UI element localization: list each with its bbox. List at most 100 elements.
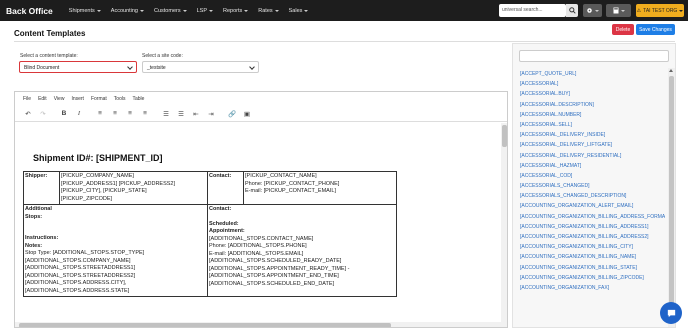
- caret-down-icon: [209, 9, 213, 12]
- bullet-list-icon[interactable]: ☰: [161, 109, 171, 119]
- editor-horizontal-scrollbar[interactable]: [15, 322, 501, 327]
- undo-icon[interactable]: ↶: [23, 109, 33, 119]
- align-left-icon[interactable]: ≡: [95, 109, 105, 119]
- stop-line: [ADDITIONAL_STOPS.STREETADDRESS2]: [25, 272, 136, 279]
- calculator-button[interactable]: [606, 4, 631, 17]
- settings-button[interactable]: [583, 4, 602, 17]
- token-item[interactable]: [ACCOUNTING_ORGANIZATION_BILLING_CITY]: [520, 244, 665, 254]
- caret-down-icon: [96, 9, 101, 12]
- menu-insert[interactable]: Insert: [71, 96, 84, 102]
- token-item[interactable]: [ACCOUNTING_ORGANIZATION_BILLING_STATE]: [520, 265, 665, 275]
- token-item[interactable]: [ACCOUNTING_ORGANIZATION_ALERT_EMAIL]: [520, 203, 665, 213]
- token-item[interactable]: [ACCOUNTING_ORGANIZATION_BILLING_ZIPCODE…: [520, 275, 665, 285]
- token-item[interactable]: [ACCESSORIALS_CHANGED_DESCRIPTION]: [520, 193, 665, 203]
- token-scrollbar[interactable]: [668, 68, 675, 327]
- menu-view[interactable]: View: [54, 96, 65, 102]
- token-item[interactable]: [ACCESSORIAL.SELL]: [520, 122, 665, 132]
- contact-label: Contact:: [209, 173, 232, 179]
- nav-label: LSP: [196, 7, 207, 14]
- token-search-input[interactable]: [519, 50, 669, 62]
- align-center-icon[interactable]: ≡: [110, 109, 120, 119]
- table-row: Shipper: [PICKUP_COMPANY_NAME] [PICKUP_A…: [23, 171, 397, 205]
- token-item[interactable]: [ACCESSORIAL_DELIVERY_INSIDE]: [520, 132, 665, 142]
- document-title: Shipment ID#: [SHIPMENT_ID]: [33, 153, 163, 163]
- template-select-value: Blind Document: [24, 65, 60, 71]
- italic-icon[interactable]: I: [74, 109, 84, 119]
- template-select[interactable]: Blind Document: [19, 61, 137, 73]
- image-icon[interactable]: ▣: [242, 109, 252, 119]
- indent-icon[interactable]: ⇥: [206, 109, 216, 119]
- token-item[interactable]: [ACCESSORIALS_CHANGED]: [520, 183, 665, 193]
- token-item[interactable]: [ACCOUNTING_ORGANIZATION_FAX]: [520, 285, 665, 295]
- token-item[interactable]: [ACCEPT_QUOTE_URL]: [520, 71, 665, 81]
- token-item[interactable]: [ACCESSORIAL.BUY]: [520, 91, 665, 101]
- token-item[interactable]: [ACCESSORIAL.NUMBER]: [520, 112, 665, 122]
- outdent-icon[interactable]: ⇤: [191, 109, 201, 119]
- menu-table[interactable]: Table: [132, 96, 144, 102]
- save-changes-button[interactable]: Save Changes: [636, 24, 675, 35]
- link-icon[interactable]: 🔗: [227, 109, 237, 119]
- token-item[interactable]: [ACCESSORIAL_DELIVERY_LIFTGATE]: [520, 142, 665, 152]
- delete-button[interactable]: Delete: [612, 24, 634, 35]
- universal-search-input[interactable]: universal search...: [499, 4, 566, 17]
- bold-icon[interactable]: B: [59, 109, 69, 119]
- menu-tools[interactable]: Tools: [114, 96, 126, 102]
- stop-contact-line: E-mail: [ADDITIONAL_STOPS.EMAIL]: [209, 250, 304, 257]
- align-justify-icon[interactable]: ≡: [140, 109, 150, 119]
- arrow-up-icon[interactable]: [669, 69, 673, 72]
- token-item[interactable]: [ACCESSORIAL_COD]: [520, 173, 665, 183]
- table-cell: [PICKUP_COMPANY_NAME] [PICKUP_ADDRESS1] …: [59, 171, 208, 205]
- menu-format[interactable]: Format: [91, 96, 107, 102]
- token-item[interactable]: [ACCESSORIAL]: [520, 81, 665, 91]
- caret-down-icon: [244, 9, 249, 12]
- nav-accounting[interactable]: Accounting: [111, 8, 144, 14]
- notes-label: Notes:: [25, 242, 43, 249]
- contact-line: [PICKUP_CONTACT_NAME]: [245, 173, 317, 179]
- token-item[interactable]: [ACCOUNTING_ORGANIZATION_BILLING_ADDRESS…: [520, 224, 665, 234]
- table-cell: Shipper:: [23, 171, 60, 205]
- caret-down-icon: [620, 9, 625, 12]
- site-select[interactable]: _testsite: [142, 61, 259, 73]
- brand-logo[interactable]: Back Office: [6, 6, 53, 16]
- token-item[interactable]: [ACCOUNTING_ORGANIZATION_BILLING_NAME]: [520, 254, 665, 264]
- token-item[interactable]: [ACCOUNTING_ORGANIZATION_BILLING_ADDRESS…: [520, 234, 665, 244]
- token-item[interactable]: [ACCOUNTING_ORGANIZATION_BILLING_ADDRESS…: [520, 214, 665, 224]
- nav-shipments[interactable]: Shipments: [69, 8, 101, 14]
- editor-menubar: File Edit View Insert Format Tools Table: [15, 92, 507, 106]
- stop-contact-line: [ADDITIONAL_STOPS.SCHEDULED_END_DATE]: [209, 280, 335, 287]
- stop-contact-line: [ADDITIONAL_STOPS.SCHEDULED_READY_DATE]: [209, 258, 342, 264]
- stop-contact-line: [ADDITIONAL_STOPS.CONTACT_NAME]: [209, 235, 314, 242]
- token-item[interactable]: [ACCESSORIAL_DELIVERY_RESIDENTIAL]: [520, 153, 665, 163]
- numbered-list-icon[interactable]: ☰: [176, 109, 186, 119]
- align-right-icon[interactable]: ≡: [125, 109, 135, 119]
- editor-canvas[interactable]: Shipment ID#: [SHIPMENT_ID] Shipper: [PI…: [15, 123, 501, 327]
- table-cell: [PICKUP_CONTACT_NAME] Phone: [PICKUP_CON…: [243, 171, 397, 205]
- caret-down-icon: [304, 9, 309, 12]
- token-item[interactable]: [ACCESSORIAL_HAZMAT]: [520, 163, 665, 173]
- editor-vertical-scrollbar[interactable]: [501, 123, 507, 327]
- nav-label: Shipments: [68, 7, 95, 14]
- nav-rates[interactable]: Rates: [258, 8, 279, 14]
- nav-customers[interactable]: Customers: [154, 8, 187, 14]
- organization-button[interactable]: ⚠ TAI TEST ORG: [636, 4, 684, 17]
- chevron-down-icon: [249, 64, 255, 70]
- nav-reports[interactable]: Reports: [223, 8, 249, 14]
- search-button[interactable]: [566, 4, 578, 17]
- scroll-thumb[interactable]: [669, 76, 674, 306]
- menu-file[interactable]: File: [23, 96, 31, 102]
- nav-lsp[interactable]: LSP: [197, 8, 213, 14]
- chat-button[interactable]: [660, 302, 682, 324]
- stop-line: [ADDITIONAL_STOPS.STREETADDRESS1]: [25, 265, 136, 271]
- redo-icon[interactable]: ↷: [38, 109, 48, 119]
- scroll-thumb[interactable]: [19, 323, 391, 327]
- chat-icon: [667, 309, 675, 317]
- stops-contact-label: Contact:: [209, 206, 232, 212]
- token-item[interactable]: [ACCESSORIAL.DESCRIPTION]: [520, 102, 665, 112]
- menu-edit[interactable]: Edit: [38, 96, 47, 102]
- scroll-thumb[interactable]: [502, 125, 507, 147]
- shipper-label: Shipper:: [25, 173, 48, 179]
- scheduled-label: Scheduled: Appointment:: [209, 220, 245, 235]
- shipper-line: [PICKUP_CITY], [PICKUP_STATE]: [61, 188, 147, 194]
- nav-sales[interactable]: Sales: [289, 8, 309, 14]
- token-list: [ACCEPT_QUOTE_URL] [ACCESSORIAL] [ACCESSOR…: [520, 71, 665, 295]
